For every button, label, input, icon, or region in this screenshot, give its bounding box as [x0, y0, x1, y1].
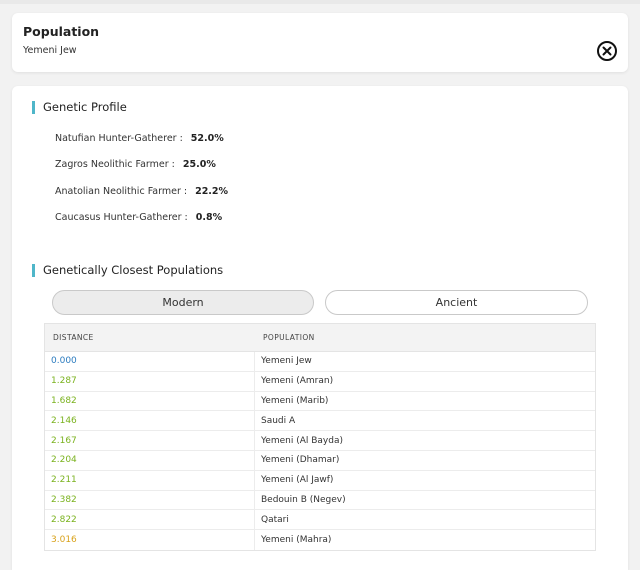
table-row[interactable]: 2.167 Yemeni (Al Bayda) [45, 431, 595, 451]
population-cell[interactable]: Yemeni (Al Bayda) [255, 436, 343, 446]
distance-cell: 0.000 [45, 352, 255, 371]
table-row[interactable]: 2.822 Qatari [45, 510, 595, 531]
table-header: DISTANCE POPULATION [45, 324, 595, 352]
component-value: 22.2% [195, 186, 229, 197]
population-cell[interactable]: Saudi A [255, 416, 295, 426]
tab-ancient[interactable]: Ancient [325, 290, 588, 315]
close-button[interactable] [597, 41, 617, 61]
table-row[interactable]: 2.146 Saudi A [45, 411, 595, 432]
population-cell[interactable]: Yemeni (Mahra) [255, 535, 331, 545]
header-distance[interactable]: DISTANCE [45, 333, 255, 342]
component-value: 25.0% [182, 159, 216, 170]
tab-modern[interactable]: Modern [52, 290, 314, 315]
population-cell[interactable]: Qatari [255, 515, 289, 525]
component-label: Anatolian Neolithic Farmer : [55, 186, 188, 197]
table-row[interactable]: 2.204 Yemeni (Dhamar) [45, 450, 595, 471]
population-cell[interactable]: Yemeni (Marib) [255, 396, 328, 406]
distance-cell: 2.382 [45, 490, 255, 510]
distance-cell: 3.016 [45, 530, 255, 550]
component-label: Zagros Neolithic Farmer : [55, 159, 175, 170]
header-population[interactable]: POPULATION [255, 333, 315, 342]
distance-cell: 2.822 [45, 510, 255, 530]
distance-table: DISTANCE POPULATION 0.000 Yemeni Jew 1.287… [44, 323, 596, 551]
genetic-component: Anatolian Neolithic Farmer : 22.2% [55, 186, 228, 197]
closest-populations-title: Genetically Closest Populations [32, 264, 223, 277]
population-cell[interactable]: Yemeni (Amran) [255, 376, 333, 386]
genetic-component: Zagros Neolithic Farmer : 25.0% [55, 159, 216, 170]
close-circle-icon [602, 46, 612, 56]
component-label: Natufian Hunter-Gatherer : [55, 133, 183, 144]
genetic-component: Natufian Hunter-Gatherer : 52.0% [55, 133, 224, 144]
distance-cell: 1.287 [45, 371, 255, 391]
population-cell[interactable]: Yemeni (Dhamar) [255, 455, 339, 465]
genetic-component: Caucasus Hunter-Gatherer : 0.8% [55, 212, 222, 223]
distance-cell: 2.146 [45, 411, 255, 431]
table-body: 0.000 Yemeni Jew 1.287 Yemeni (Amran) 1.682 Y… [45, 352, 595, 550]
population-card-title: Population [23, 24, 100, 39]
component-value: 0.8% [195, 212, 223, 223]
distance-cell: 2.167 [45, 431, 255, 450]
table-row[interactable]: 3.016 Yemeni (Mahra) [45, 530, 595, 550]
top-bar [0, 0, 640, 4]
table-row[interactable]: 0.000 Yemeni Jew [45, 352, 595, 372]
population-cell[interactable]: Bedouin B (Negev) [255, 495, 346, 505]
table-row[interactable]: 2.382 Bedouin B (Negev) [45, 490, 595, 511]
table-row[interactable]: 2.211 Yemeni (Al Jawf) [45, 470, 595, 491]
component-label: Caucasus Hunter-Gatherer : [55, 212, 188, 223]
distance-cell: 1.682 [45, 391, 255, 411]
population-cell[interactable]: Yemeni (Al Jawf) [255, 475, 333, 485]
population-name: Yemeni Jew [23, 45, 77, 56]
population-cell[interactable]: Yemeni Jew [255, 356, 312, 366]
genetic-profile-title: Genetic Profile [32, 101, 127, 114]
distance-cell: 2.211 [45, 470, 255, 490]
table-row[interactable]: 1.682 Yemeni (Marib) [45, 391, 595, 412]
table-row[interactable]: 1.287 Yemeni (Amran) [45, 371, 595, 392]
population-card: Population Yemeni Jew [12, 13, 628, 72]
component-value: 52.0% [190, 133, 224, 144]
distance-cell: 2.204 [45, 450, 255, 470]
